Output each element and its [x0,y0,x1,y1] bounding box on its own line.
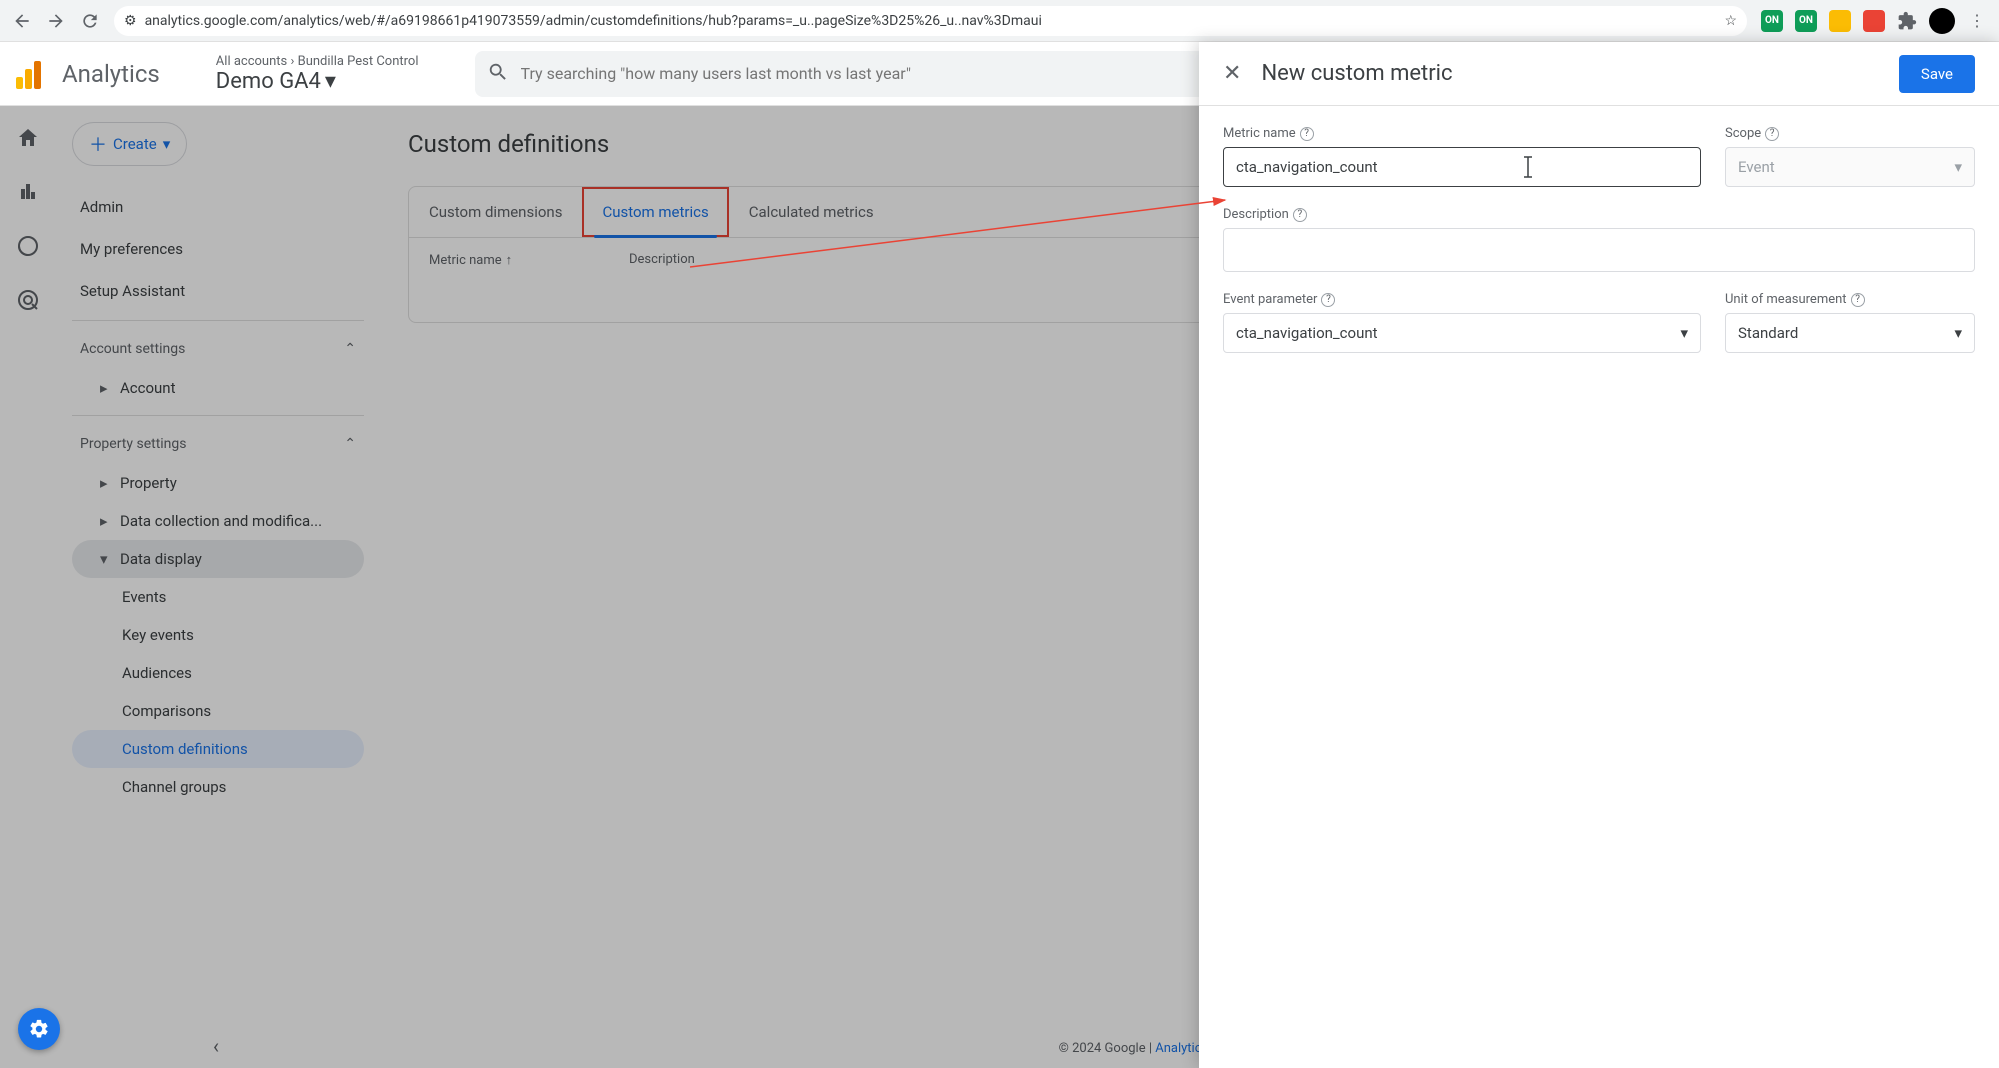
event-parameter-select[interactable]: cta_navigation_count▾ [1223,313,1701,353]
profile-avatar[interactable] [1929,8,1955,34]
extension-icon[interactable]: ON [1761,10,1783,32]
panel-title: New custom metric [1261,61,1878,86]
field-description: Description? [1223,207,1975,272]
left-rail [0,106,56,1068]
extension-icon[interactable] [1829,10,1851,32]
text-cursor-icon [1523,155,1535,179]
tab-calculated-metrics[interactable]: Calculated metrics [729,187,894,237]
help-icon[interactable]: ? [1300,127,1314,141]
brand-name: Analytics [62,60,160,88]
chevron-up-icon: ⌃ [344,436,356,452]
settings-fab[interactable] [18,1008,60,1050]
divider [72,415,364,416]
description-input[interactable] [1223,228,1975,272]
reload-icon[interactable] [80,11,100,31]
sidebar-section-property[interactable]: Property settings⌃ [72,424,364,464]
forward-icon[interactable] [46,11,66,31]
admin-sidebar: ＋Create▾ Admin My preferences Setup Assi… [56,106,376,1068]
site-info-icon[interactable]: ⚙ [124,13,137,29]
sidebar-leaf-custom-definitions[interactable]: Custom definitions [72,730,364,768]
caret-down-icon: ▾ [163,135,171,153]
sidebar-item-admin[interactable]: Admin [72,186,364,228]
create-button[interactable]: ＋Create▾ [72,122,187,166]
caret-down-icon: ▾ [100,550,112,568]
plus-icon: ＋ [89,131,107,157]
help-icon[interactable]: ? [1851,293,1865,307]
field-metric-name: Metric name? [1223,126,1701,187]
scope-select[interactable]: Event▾ [1725,147,1975,187]
extension-icon[interactable]: ON [1795,10,1817,32]
sort-up-icon: ↑ [506,252,513,268]
url-text: analytics.google.com/analytics/web/#/a69… [145,13,1042,29]
divider [72,320,364,321]
field-event-parameter: Event parameter? cta_navigation_count▾ [1223,292,1701,353]
field-unit: Unit of measurement? Standard▾ [1725,292,1975,353]
sidebar-sub-property[interactable]: ▸Property [72,464,364,502]
sidebar-sub-data-collection[interactable]: ▸Data collection and modifica... [72,502,364,540]
caret-down-icon: ▾ [325,69,336,94]
gear-icon [28,1018,50,1040]
help-icon[interactable]: ? [1321,293,1335,307]
panel-header: ✕ New custom metric Save [1199,42,1999,106]
advertising-icon[interactable] [16,288,40,312]
sidebar-leaf-events[interactable]: Events [72,578,364,616]
side-panel: ✕ New custom metric Save Metric name? Sc… [1199,42,1999,1068]
tab-custom-dimensions[interactable]: Custom dimensions [409,187,582,237]
caret-right-icon: ▸ [100,512,112,530]
extension-icon[interactable] [1863,10,1885,32]
search-bar[interactable] [475,51,1235,97]
col-metric-name[interactable]: Metric name↑ [429,252,629,268]
search-icon [487,61,509,87]
help-icon[interactable]: ? [1293,208,1307,222]
sidebar-item-preferences[interactable]: My preferences [72,228,364,270]
field-scope: Scope? Event▾ [1725,126,1975,187]
sidebar-leaf-key-events[interactable]: Key events [72,616,364,654]
caret-down-icon: ▾ [1680,324,1688,342]
caret-down-icon: ▾ [1954,158,1962,176]
url-bar[interactable]: ⚙ analytics.google.com/analytics/web/#/a… [114,6,1747,36]
analytics-logo-icon [16,59,46,89]
sidebar-leaf-comparisons[interactable]: Comparisons [72,692,364,730]
back-icon[interactable] [12,11,32,31]
search-input[interactable] [521,64,1223,83]
star-icon[interactable]: ☆ [1724,13,1737,29]
reports-icon[interactable] [16,180,40,204]
metric-name-input[interactable] [1223,147,1701,187]
tab-custom-metrics[interactable]: Custom metrics [582,187,728,237]
extensions-menu-icon[interactable] [1897,11,1917,31]
sidebar-sub-data-display[interactable]: ▾Data display [72,540,364,578]
help-icon[interactable]: ? [1765,127,1779,141]
caret-right-icon: ▸ [100,474,112,492]
close-icon[interactable]: ✕ [1223,61,1241,86]
caret-down-icon: ▾ [1954,324,1962,342]
kebab-menu-icon[interactable]: ⋮ [1967,11,1987,31]
account-picker[interactable]: All accounts › Bundilla Pest Control Dem… [216,54,419,94]
extensions-tray: ON ON ⋮ [1761,8,1987,34]
sidebar-leaf-audiences[interactable]: Audiences [72,654,364,692]
caret-right-icon: ▸ [100,379,112,397]
sidebar-item-setup[interactable]: Setup Assistant [72,270,364,312]
unit-select[interactable]: Standard▾ [1725,313,1975,353]
sidebar-leaf-channel-groups[interactable]: Channel groups [72,768,364,806]
browser-toolbar: ⚙ analytics.google.com/analytics/web/#/a… [0,0,1999,42]
collapse-sidebar-icon[interactable]: ‹ [213,1034,219,1058]
chevron-up-icon: ⌃ [344,341,356,357]
home-icon[interactable] [16,126,40,150]
sidebar-sub-account[interactable]: ▸Account [72,369,364,407]
sidebar-section-account[interactable]: Account settings⌃ [72,329,364,369]
explore-icon[interactable] [16,234,40,258]
save-button[interactable]: Save [1899,55,1975,93]
